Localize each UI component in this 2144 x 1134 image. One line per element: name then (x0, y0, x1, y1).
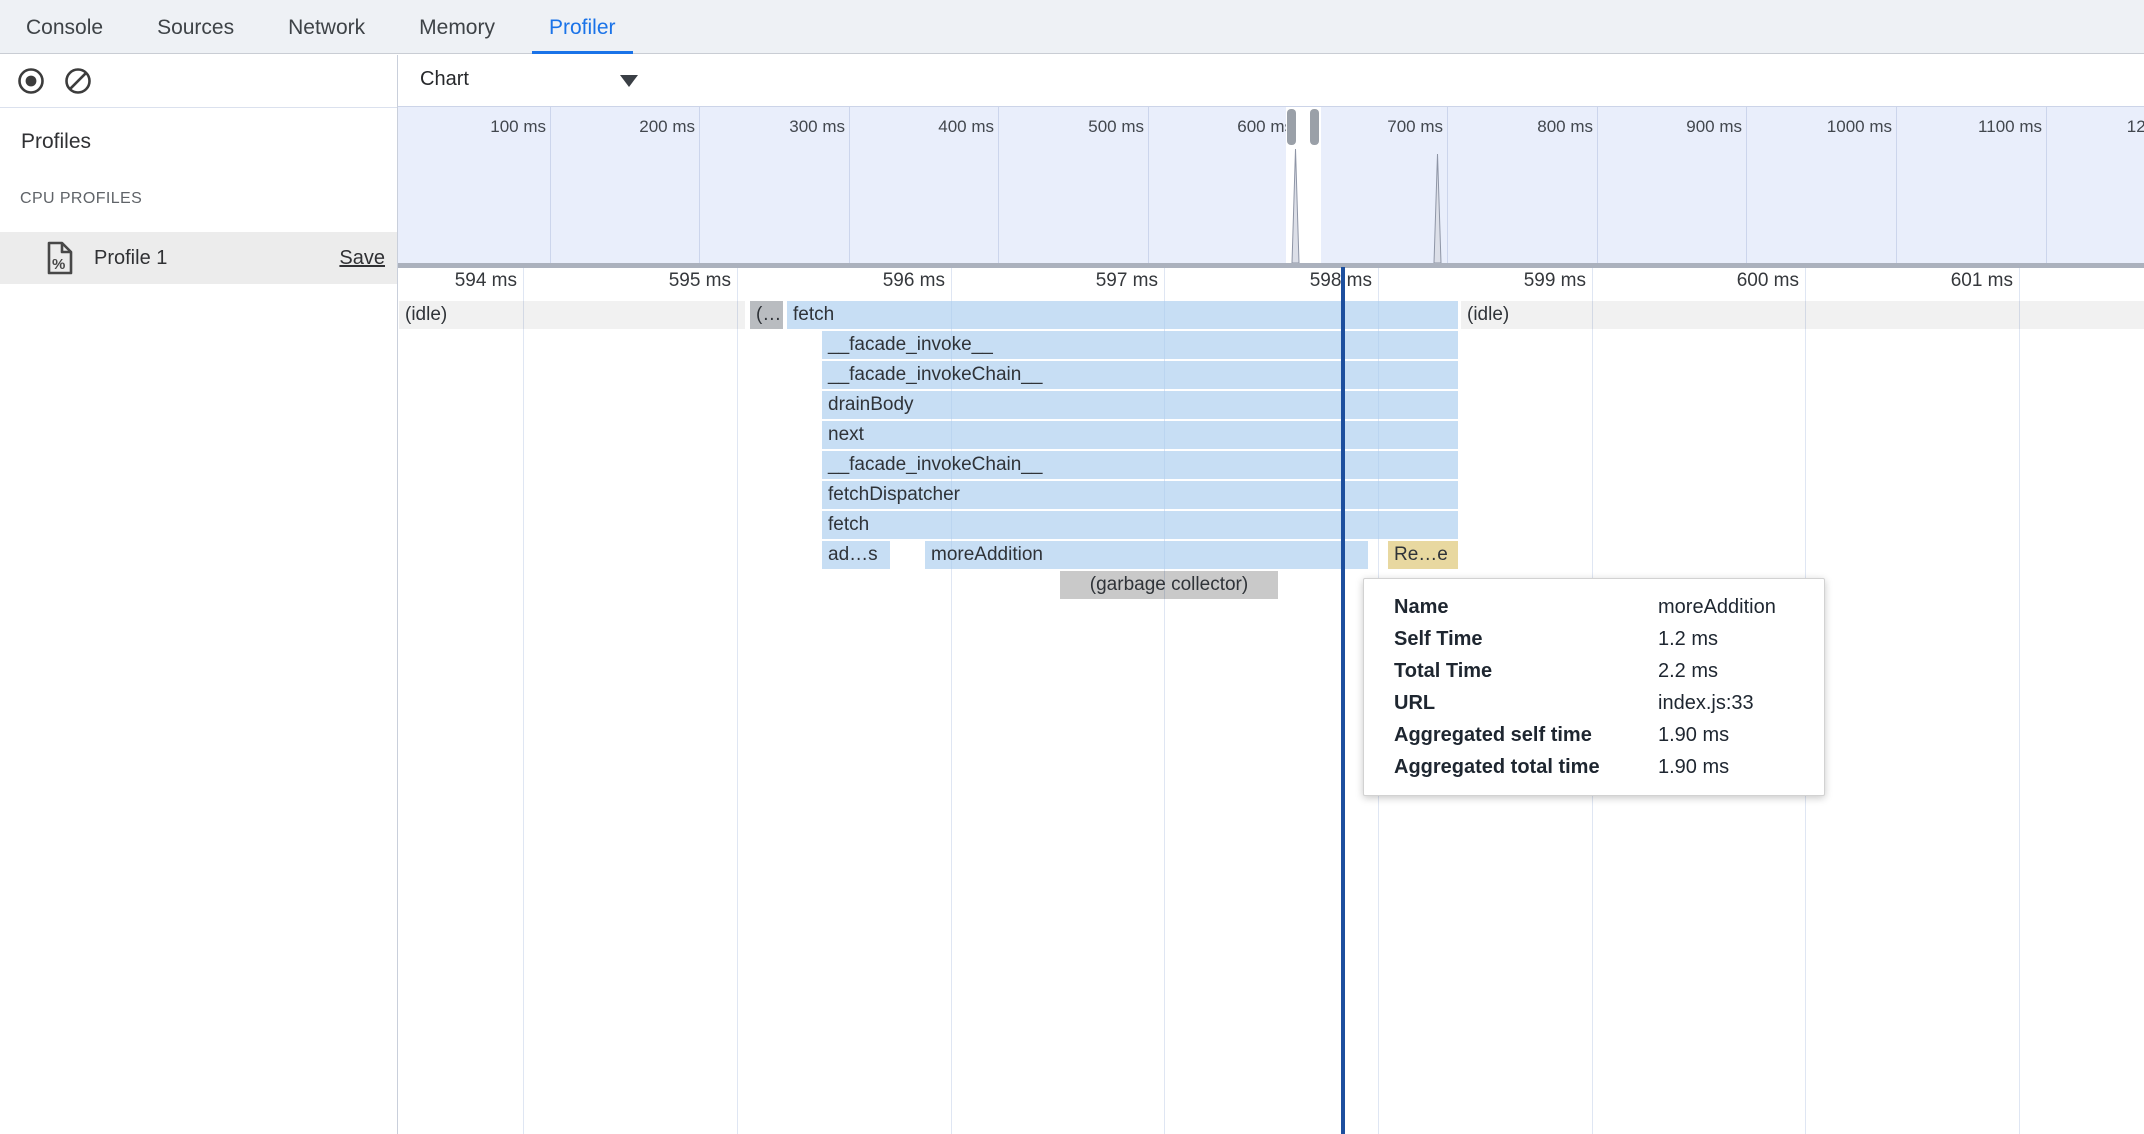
sidebar-divider (397, 55, 398, 1134)
detail-gridline (2019, 267, 2020, 1134)
selection-handle-left[interactable] (1287, 109, 1296, 145)
overview-timeline[interactable]: 100 ms200 ms300 ms400 ms500 ms600 ms700 … (398, 106, 2144, 268)
tooltip-field-label: Aggregated self time (1394, 719, 1658, 751)
tooltip-field-value: 1.90 ms (1658, 751, 1824, 783)
overview-tick-label: 1100 ms (1896, 117, 2042, 139)
selection-handle-right[interactable] (1310, 109, 1319, 145)
flame-frame[interactable]: __facade_invoke__ (822, 331, 1458, 359)
view-mode-select[interactable]: Chart (420, 66, 650, 96)
cpu-profile-document-icon: % (44, 241, 74, 280)
cpu-profiles-section-label: CPU PROFILES (20, 190, 142, 208)
ruler-tick-label: 597 ms (1044, 270, 1158, 292)
flame-frame[interactable]: __facade_invokeChain__ (822, 451, 1458, 479)
tooltip-field-value: moreAddition (1658, 591, 1824, 623)
ruler-tick-label: 595 ms (617, 270, 731, 292)
tooltip-field-label: URL (1394, 687, 1658, 719)
tab-network[interactable]: Network (288, 0, 365, 54)
devtools-tab-bar: Console Sources Network Memory Profiler (0, 0, 2144, 54)
tooltip-field-value: 2.2 ms (1658, 655, 1824, 687)
chevron-down-icon (620, 75, 638, 87)
flame-frame[interactable]: ad…s (822, 541, 890, 569)
profile-list: % Profile 1 Save (0, 232, 397, 284)
tooltip-field-value: 1.2 ms (1658, 623, 1824, 655)
flame-frame[interactable]: fetch (822, 511, 1458, 539)
profiler-controls-toolbar (0, 55, 397, 108)
clear-profiles-button[interactable] (63, 66, 93, 96)
overview-tick-label: 800 ms (1447, 117, 1593, 139)
detail-gridline (523, 267, 524, 1134)
profile-list-item[interactable]: % Profile 1 Save (0, 232, 397, 284)
overview-tick-label: 400 ms (848, 117, 994, 139)
tooltip-row: Aggregated self time1.90 ms (1394, 719, 1824, 751)
flame-frame[interactable]: (… (750, 301, 783, 329)
flame-frame[interactable]: (idle) (399, 301, 745, 329)
overview-tick-label: 900 ms (1596, 117, 1742, 139)
flame-frame[interactable]: fetchDispatcher (822, 481, 1458, 509)
overview-bottom-strip (398, 263, 2144, 268)
timeline-cursor-line (1341, 267, 1345, 1134)
flame-frame[interactable]: next (822, 421, 1458, 449)
tooltip-field-label: Name (1394, 591, 1658, 623)
flame-frame[interactable]: moreAddition (925, 541, 1368, 569)
clear-icon (63, 66, 93, 96)
overview-tick-label: 1200 ms (2046, 117, 2144, 139)
tooltip-field-label: Total Time (1394, 655, 1658, 687)
ruler-tick-label: 598 ms (1258, 270, 1372, 292)
ruler-tick-label: 596 ms (831, 270, 945, 292)
tab-profiler[interactable]: Profiler (549, 0, 616, 54)
overview-tick-label: 100 ms (400, 117, 546, 139)
record-icon (16, 66, 46, 96)
ruler-tick-label: 594 ms (403, 270, 517, 292)
tooltip-row: Aggregated total time1.90 ms (1394, 751, 1824, 783)
flame-chart[interactable]: NamemoreAdditionSelf Time1.2 msTotal Tim… (398, 267, 2144, 1134)
overview-tick-label: 300 ms (699, 117, 845, 139)
tooltip-row: Self Time1.2 ms (1394, 623, 1824, 655)
frame-tooltip: NamemoreAdditionSelf Time1.2 msTotal Tim… (1363, 578, 1825, 796)
tab-sources[interactable]: Sources (157, 0, 234, 54)
view-toolbar: Chart (398, 55, 2144, 106)
ruler-tick-label: 600 ms (1685, 270, 1799, 292)
record-profile-button[interactable] (16, 66, 46, 96)
flame-frame[interactable]: drainBody (822, 391, 1458, 419)
profile-name: Profile 1 (94, 232, 167, 284)
ruler-tick-label: 601 ms (1899, 270, 2013, 292)
detail-gridline (737, 267, 738, 1134)
view-mode-selected-value: Chart (420, 68, 469, 91)
tooltip-row: NamemoreAddition (1394, 591, 1824, 623)
profiles-panel-title: Profiles (21, 130, 91, 154)
tab-console[interactable]: Console (26, 0, 103, 54)
flame-frame[interactable]: (idle) (1461, 301, 2144, 329)
tooltip-field-label: Self Time (1394, 623, 1658, 655)
tooltip-field-value: index.js:33 (1658, 687, 1824, 719)
svg-text:%: % (52, 256, 65, 273)
tooltip-row: Total Time2.2 ms (1394, 655, 1824, 687)
overview-tick-label: 600 ms (1147, 117, 1293, 139)
flame-frame[interactable]: Re…e (1388, 541, 1458, 569)
tooltip-row: URLindex.js:33 (1394, 687, 1824, 719)
tooltip-field-value: 1.90 ms (1658, 719, 1824, 751)
overview-tick-label: 1000 ms (1746, 117, 1892, 139)
flame-frame[interactable]: fetch (787, 301, 1458, 329)
overview-tick-label: 500 ms (998, 117, 1144, 139)
tooltip-field-label: Aggregated total time (1394, 751, 1658, 783)
save-profile-link[interactable]: Save (339, 232, 385, 284)
flame-frame[interactable]: (garbage collector) (1060, 571, 1278, 599)
flame-frame[interactable]: __facade_invokeChain__ (822, 361, 1458, 389)
tab-memory[interactable]: Memory (419, 0, 495, 54)
overview-tick-label: 200 ms (549, 117, 695, 139)
ruler-tick-label: 599 ms (1472, 270, 1586, 292)
cpu-activity-spike (1434, 154, 1441, 263)
